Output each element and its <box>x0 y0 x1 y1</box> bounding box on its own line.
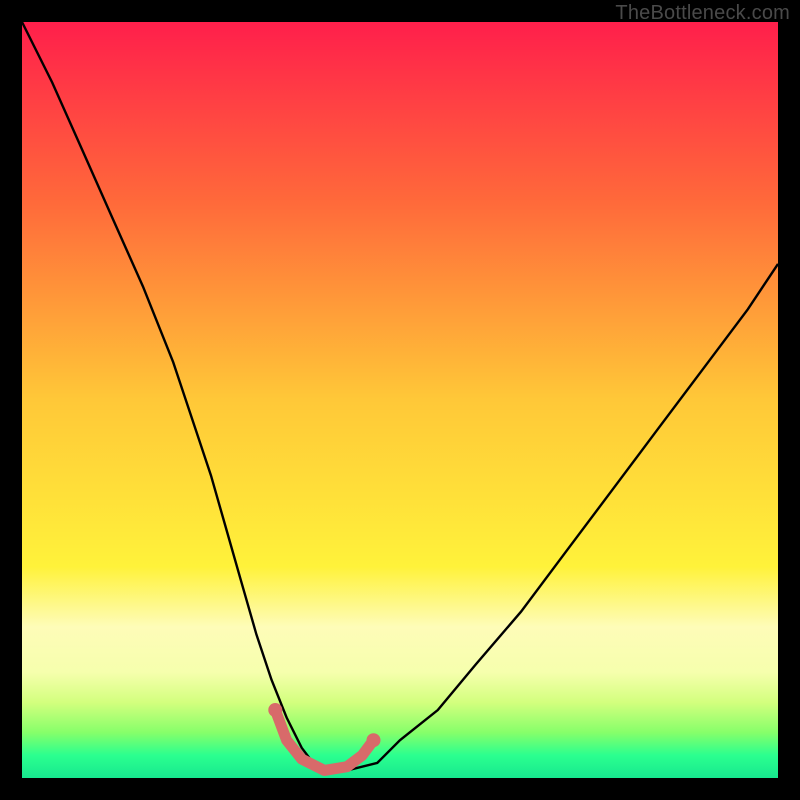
valley-end-dot <box>367 733 381 747</box>
watermark-text: TheBottleneck.com <box>615 2 790 25</box>
bottleneck-curve <box>22 22 778 770</box>
valley-highlight-stroke <box>275 710 373 770</box>
curve-layer <box>22 22 778 778</box>
chart-stage: TheBottleneck.com <box>0 0 800 800</box>
valley-end-dot <box>268 703 282 717</box>
